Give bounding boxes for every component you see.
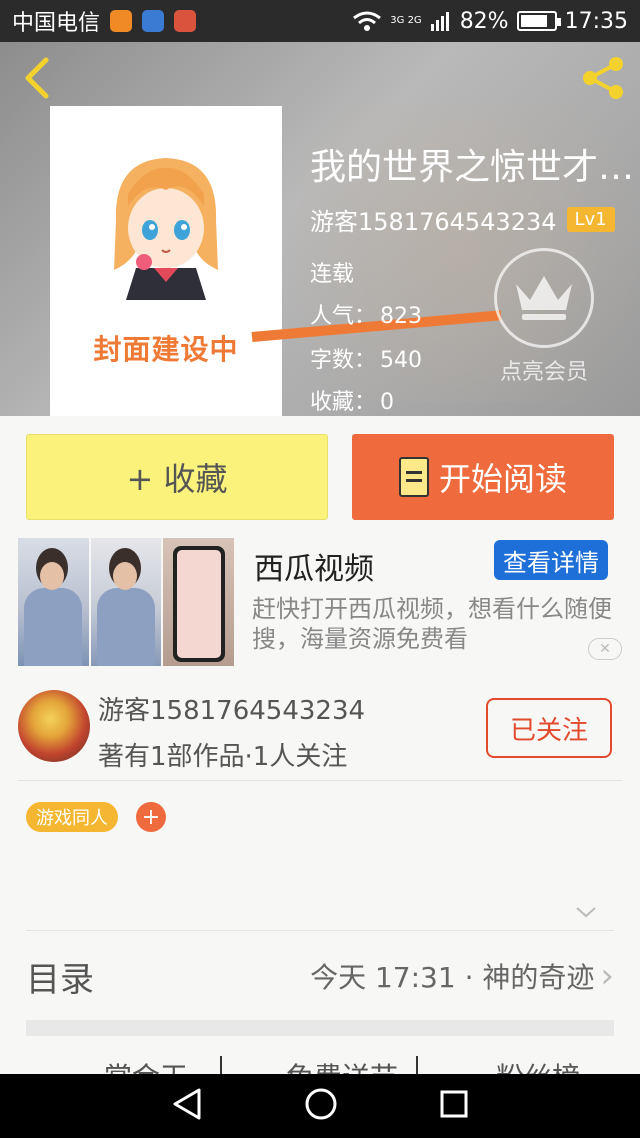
word-count-stat: 字数： 540: [310, 342, 422, 374]
add-favorite-button[interactable]: + 收藏: [26, 434, 328, 520]
popularity-label: 人气：: [310, 304, 377, 329]
popularity-value: 823: [380, 304, 423, 329]
favorites-label: 收藏：: [310, 390, 377, 415]
ad-close-button[interactable]: ✕: [588, 638, 622, 660]
recents-nav-button[interactable]: [439, 1089, 469, 1123]
table-of-contents-row[interactable]: 目录 今天 17:31 · 神的奇迹 ›: [26, 932, 614, 1020]
crown-icon: [516, 276, 572, 320]
vip-label: 点亮会员: [499, 360, 588, 385]
back-button[interactable]: [18, 56, 58, 100]
ad-image: [90, 538, 162, 666]
vip-button[interactable]: 点亮会员: [494, 248, 594, 386]
ad-banner[interactable]: 西瓜视频 查看详情 赶快打开西瓜视频，想看什么随便搜，海量资源免费看 ✕: [18, 538, 622, 668]
add-tag-button[interactable]: +: [136, 802, 166, 832]
back-nav-button[interactable]: [171, 1087, 203, 1125]
tab-free-chapter[interactable]: 免费送节: [286, 1056, 398, 1076]
book-header: 封面建设中 我的世界之惊世才… 游客1581764543234 Lv1 连载 人…: [0, 42, 640, 416]
divider: [18, 780, 622, 781]
carrier-label: 中国电信: [12, 11, 101, 36]
book-cover[interactable]: 封面建设中: [50, 106, 282, 416]
level-badge: Lv1: [566, 207, 615, 232]
back-arrow-icon: [25, 57, 49, 99]
ad-image-strip: [18, 538, 235, 666]
tab-fan-ranking[interactable]: 粉丝榜: [496, 1056, 580, 1076]
book-author-line: 游客1581764543234 Lv1: [310, 202, 615, 237]
ad-title: 西瓜视频: [254, 552, 374, 587]
square-recents-icon: [440, 1090, 468, 1118]
start-reading-button[interactable]: 开始阅读: [352, 434, 614, 520]
avatar[interactable]: [18, 690, 90, 762]
favorites-stat: 收藏： 0: [310, 384, 394, 416]
favorites-value: 0: [380, 390, 395, 415]
word-count-label: 字数：: [310, 348, 377, 373]
battery-percent: 82%: [459, 8, 509, 34]
ad-image: [163, 538, 235, 666]
author-stats: 著有1部作品·1人关注: [98, 742, 348, 772]
tag-chip[interactable]: 游戏同人: [26, 802, 118, 832]
ad-description: 赶快打开西瓜视频，想看什么随便搜，海量资源免费看: [252, 595, 612, 653]
battery-icon: [516, 11, 561, 31]
health-app-icon: [142, 10, 165, 32]
bottom-tab-strip: 赏金天 免费送节 粉丝榜: [0, 1056, 640, 1076]
popularity-stat: 人气： 823: [310, 298, 422, 330]
book-title: 我的世界之惊世才…: [310, 147, 635, 188]
signal-icon: [430, 12, 449, 31]
home-nav-button[interactable]: [304, 1087, 338, 1125]
start-reading-label: 开始阅读: [438, 460, 567, 498]
author-name: 游客1581764543234: [98, 696, 366, 726]
circle-home-icon: [305, 1088, 337, 1120]
clock: 17:35: [564, 8, 628, 34]
book-icon: [398, 457, 429, 497]
divider: [26, 930, 614, 931]
wifi-icon: [353, 11, 382, 31]
chevron-down-icon[interactable]: [574, 900, 598, 924]
ad-image: [18, 538, 89, 666]
triangle-back-icon: [173, 1088, 201, 1120]
divider: [416, 1056, 418, 1076]
share-button[interactable]: [578, 52, 630, 104]
tab-reward[interactable]: 赏金天: [104, 1056, 188, 1076]
cover-placeholder-text: 封面建设中: [93, 333, 239, 366]
word-count-value: 540: [380, 348, 423, 373]
vip-crown-badge: [494, 248, 594, 348]
network-type: 3G 2G: [390, 15, 422, 26]
divider: [220, 1056, 222, 1076]
ad-details-button[interactable]: 查看详情: [494, 540, 608, 580]
serial-status: 连载: [310, 262, 355, 287]
section-separator: [26, 1020, 614, 1036]
book-author[interactable]: 游客1581764543234: [310, 202, 557, 237]
follow-button[interactable]: 已关注: [486, 698, 612, 758]
author-row[interactable]: 游客1581764543234 著有1部作品·1人关注 已关注: [18, 688, 622, 778]
anime-girl-illustration: [114, 158, 218, 300]
system-navigation-bar: [0, 1074, 640, 1138]
toc-label: 目录: [26, 959, 94, 1000]
latest-chapter-text: 今天 17:31 · 神的奇迹: [310, 961, 595, 994]
share-icon: [583, 57, 623, 99]
chevron-right-icon: ›: [600, 956, 614, 996]
status-bar: 中国电信 3G 2G 82% 17:35: [0, 0, 640, 42]
latest-chapter: 今天 17:31 · 神的奇迹 ›: [310, 956, 614, 996]
notification-app-icon: [174, 10, 197, 32]
home-app-icon: [110, 10, 133, 32]
